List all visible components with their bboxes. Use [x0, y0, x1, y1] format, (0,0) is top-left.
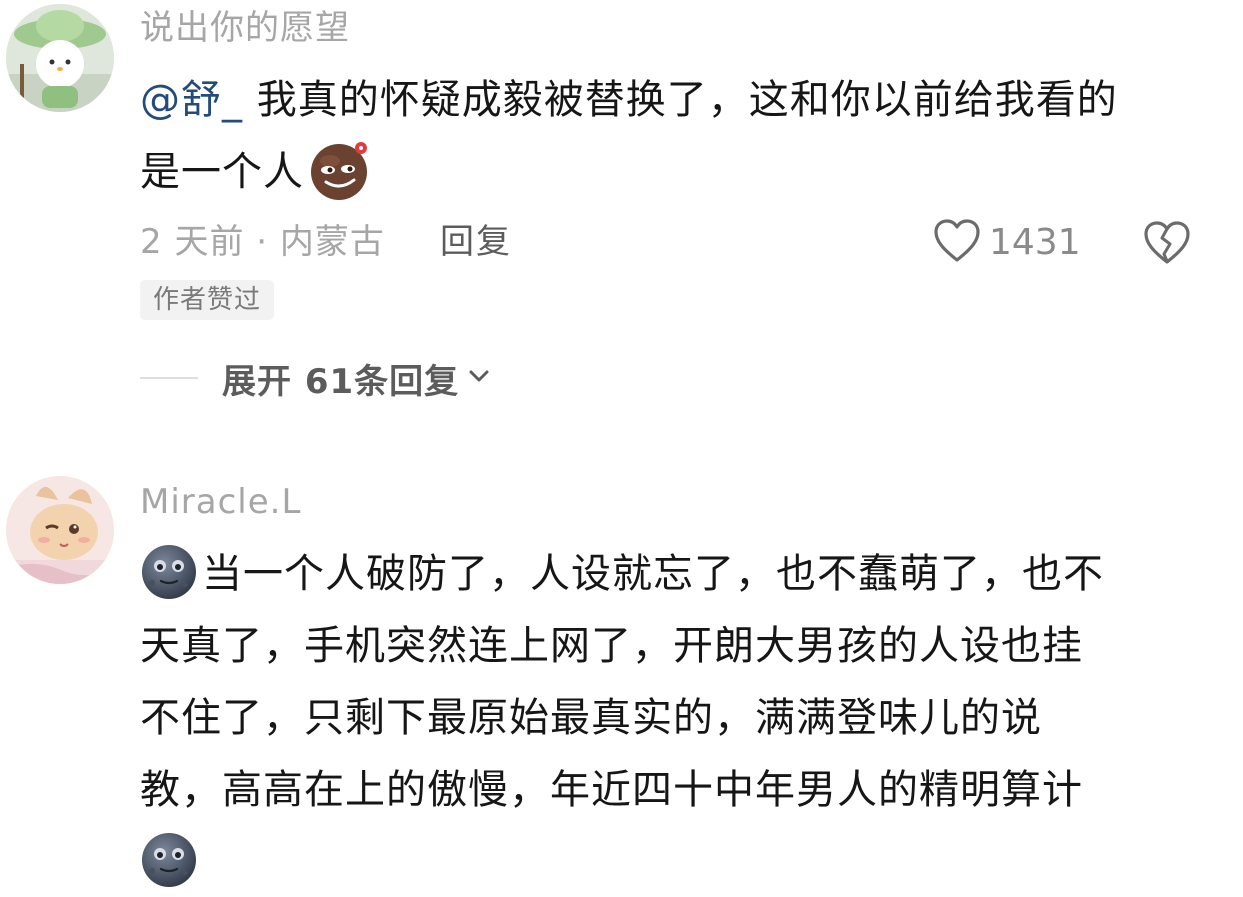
avatar[interactable] — [6, 476, 114, 584]
comment-line-text: 是一个人 — [140, 149, 304, 195]
comment-line — [140, 826, 1104, 897]
like-button[interactable]: 1431 — [933, 218, 1081, 268]
moon-face-emoji-icon — [140, 543, 198, 601]
like-count: 1431 — [989, 222, 1081, 263]
comment-text: @舒_ 我真的怀疑成毅被替换了，这和你以前给我看的 是一个人 — [140, 64, 1118, 208]
divider — [140, 377, 198, 379]
author-liked-badge: 作者赞过 — [140, 280, 275, 320]
expand-replies-label: 展开 61条回复 — [222, 361, 460, 402]
heart-icon — [933, 218, 981, 268]
smirk-emoji-icon — [308, 139, 370, 201]
dislike-button[interactable] — [1143, 220, 1191, 270]
comment-line-text: 当一个人破防了，人设就忘了，也不蠢萌了，也不 — [202, 551, 1104, 597]
moon-face-emoji-icon — [140, 831, 198, 889]
comment-text: 当一个人破防了，人设就忘了，也不蠢萌了，也不 天真了，手机突然连上网了，开朗大男… — [140, 538, 1104, 897]
comment-line: 是一个人 — [140, 136, 1118, 208]
comment-meta: 2 天前 · 内蒙古 — [140, 222, 385, 262]
comment-line: 当一个人破防了，人设就忘了，也不蠢萌了，也不 — [140, 538, 1104, 610]
comment-line-text: 我真的怀疑成毅被替换了，这和你以前给我看的 — [243, 77, 1118, 123]
mention-link[interactable]: @舒_ — [140, 77, 243, 123]
comment-line: 不住了，只剩下最原始最真实的，满满登味儿的说 — [140, 695, 1042, 741]
comment-thread: 说出你的愿望 @舒_ 我真的怀疑成毅被替换了，这和你以前给我看的 是一个人 2 … — [0, 0, 1243, 897]
broken-heart-icon — [1143, 221, 1191, 270]
comment-line: 天真了，手机突然连上网了，开朗大男孩的人设也挂 — [140, 623, 1083, 669]
chevron-down-icon — [467, 364, 491, 392]
comment-line: @舒_ 我真的怀疑成毅被替换了，这和你以前给我看的 — [140, 64, 1118, 136]
expand-replies-button[interactable]: 展开 61条回复 — [140, 356, 491, 402]
avatar[interactable] — [6, 4, 114, 112]
username[interactable]: Miracle.L — [140, 482, 301, 522]
username[interactable]: 说出你的愿望 — [140, 8, 350, 48]
comment-line: 教，高高在上的傲慢，年近四十中年男人的精明算计 — [140, 767, 1083, 813]
reply-button[interactable]: 回复 — [440, 220, 512, 264]
